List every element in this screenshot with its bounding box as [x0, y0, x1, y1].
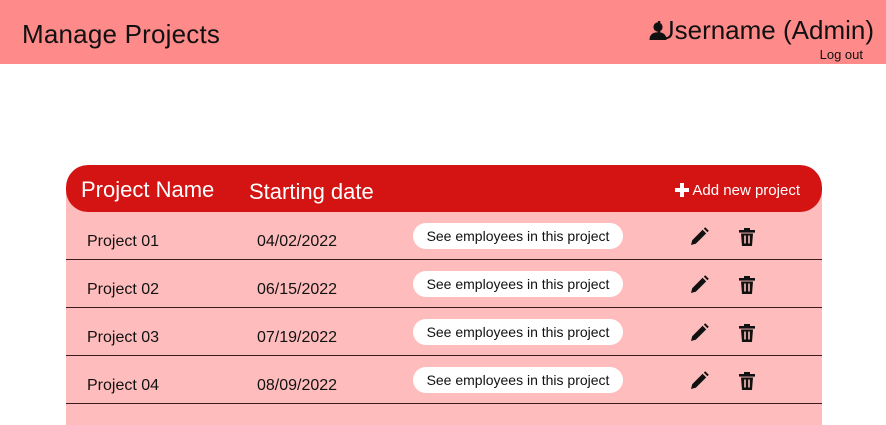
top-header: Manage Projects Username (Admin) Log out — [0, 0, 886, 64]
pencil-icon[interactable] — [688, 226, 710, 248]
see-employees-button[interactable]: See employees in this project — [413, 319, 623, 345]
add-project-label: Add new project — [692, 181, 800, 199]
page-title: Manage Projects — [22, 19, 221, 49]
add-project-button[interactable]: Add new project — [675, 180, 800, 200]
plus-icon — [675, 183, 690, 197]
project-start-date: 04/02/2022 — [257, 233, 338, 250]
project-start-date: 06/15/2022 — [257, 281, 338, 298]
project-start-date: 07/19/2022 — [257, 329, 338, 346]
project-name: Project 03 — [87, 329, 160, 346]
trash-icon[interactable] — [736, 322, 758, 344]
table-row: Project 01 04/02/2022 See employees in t… — [66, 212, 822, 260]
project-name: Project 01 — [87, 233, 160, 250]
column-header-starting-date: Starting date — [249, 179, 374, 204]
row-divider — [66, 402, 822, 404]
logout-link[interactable]: Log out — [820, 47, 863, 62]
see-employees-button[interactable]: See employees in this project — [413, 223, 623, 249]
project-name: Project 04 — [87, 377, 160, 394]
table-row: Project 02 06/15/2022 See employees in t… — [66, 260, 822, 308]
table-row: Project 03 07/19/2022 See employees in t… — [66, 308, 822, 356]
see-employees-button[interactable]: See employees in this project — [413, 367, 623, 393]
user-menu: Username (Admin) — [634, 12, 874, 52]
see-employees-button[interactable]: See employees in this project — [413, 271, 623, 297]
trash-icon[interactable] — [736, 226, 758, 248]
column-header-project-name: Project Name — [81, 177, 215, 202]
table-row: Project 04 08/09/2022 See employees in t… — [66, 356, 822, 404]
trash-icon[interactable] — [736, 370, 758, 392]
pencil-icon[interactable] — [688, 274, 710, 296]
project-name: Project 02 — [87, 281, 160, 298]
table-header: Project Name Starting date Add new proje… — [66, 165, 822, 212]
pencil-icon[interactable] — [688, 370, 710, 392]
projects-table: Project Name Starting date Add new proje… — [66, 165, 822, 425]
pencil-icon[interactable] — [688, 322, 710, 344]
username-label[interactable]: Username (Admin) — [656, 14, 874, 46]
trash-icon[interactable] — [736, 274, 758, 296]
project-start-date: 08/09/2022 — [257, 377, 338, 394]
